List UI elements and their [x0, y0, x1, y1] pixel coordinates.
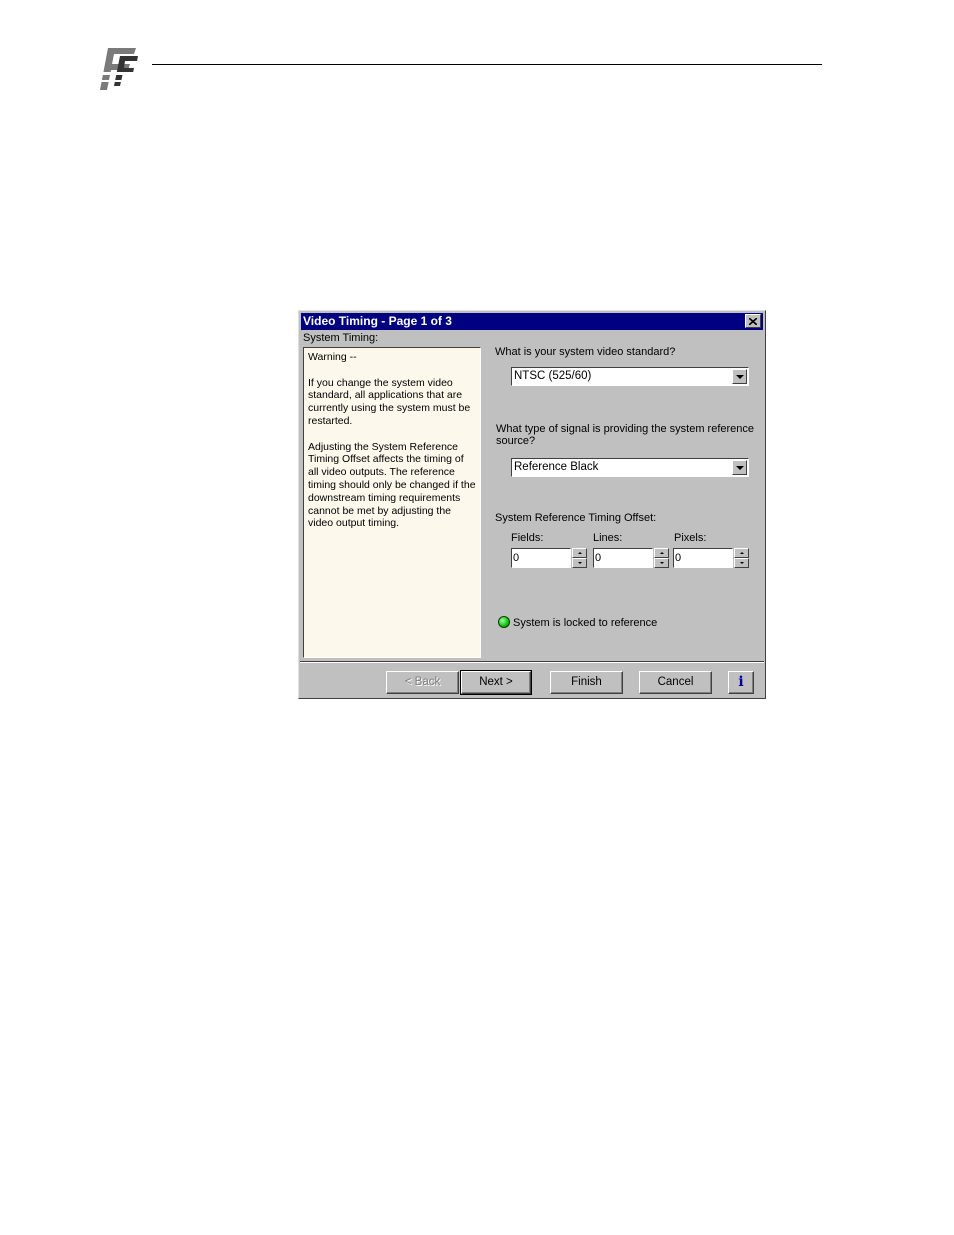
chevron-down-icon	[735, 465, 744, 470]
warning-heading: Warning --	[308, 351, 357, 363]
header-rule	[152, 64, 822, 65]
video-standard-value: NTSC (525/60)	[514, 370, 592, 382]
lines-up-button[interactable]	[654, 548, 669, 558]
button-separator	[300, 661, 764, 663]
lines-stepper[interactable]	[654, 548, 669, 568]
arrow-down-icon	[739, 562, 744, 564]
pixels-up-button[interactable]	[734, 548, 749, 558]
dialog-title: Video Timing - Page 1 of 3	[303, 314, 452, 328]
next-button[interactable]: Next >	[460, 670, 532, 695]
fields-down-button[interactable]	[572, 558, 587, 568]
pixels-down-button[interactable]	[734, 558, 749, 568]
close-icon	[749, 317, 757, 325]
fields-input[interactable]: 0	[511, 548, 571, 568]
arrow-up-icon	[577, 552, 582, 554]
arrow-down-icon	[577, 562, 582, 564]
reference-label-line1: What type of signal is providing the sys…	[496, 423, 755, 435]
back-button[interactable]: < Back	[386, 671, 459, 694]
company-logo	[96, 42, 140, 94]
section-label: System Timing:	[303, 332, 379, 344]
video-timing-dialog: Video Timing - Page 1 of 3 System Timing…	[298, 310, 766, 699]
video-standard-label: What is your system video standard?	[495, 346, 676, 358]
close-button[interactable]	[745, 314, 761, 328]
timing-offset-label: System Reference Timing Offset:	[495, 512, 657, 524]
reference-source-select[interactable]: Reference Black	[511, 458, 749, 477]
reference-label-line2: source?	[496, 435, 536, 447]
video-standard-dropdown-button[interactable]	[732, 369, 747, 384]
fields-stepper[interactable]	[572, 548, 587, 568]
arrow-down-icon	[659, 562, 664, 564]
pixels-stepper[interactable]	[734, 548, 749, 568]
fields-label: Fields:	[511, 532, 544, 544]
video-standard-select[interactable]: NTSC (525/60)	[511, 367, 749, 386]
lock-status-led-icon	[498, 616, 510, 628]
warning-text-2: Adjusting the System Reference Timing Of…	[308, 440, 476, 530]
lock-status-text: System is locked to reference	[513, 617, 658, 629]
dialog-titlebar[interactable]: Video Timing - Page 1 of 3	[301, 313, 763, 330]
pixels-input[interactable]: 0	[673, 548, 733, 568]
lines-label: Lines:	[593, 532, 623, 544]
fields-up-button[interactable]	[572, 548, 587, 558]
cancel-button[interactable]: Cancel	[639, 671, 712, 694]
warning-panel: Warning -- If you change the system vide…	[303, 347, 481, 658]
warning-text-1: If you change the system video standard,…	[308, 376, 471, 427]
reference-source-value: Reference Black	[514, 461, 599, 473]
info-button[interactable]: i	[728, 671, 754, 694]
arrow-up-icon	[739, 552, 744, 554]
arrow-up-icon	[659, 552, 664, 554]
lines-input[interactable]: 0	[593, 548, 653, 568]
reference-source-dropdown-button[interactable]	[732, 460, 747, 475]
finish-button[interactable]: Finish	[550, 671, 623, 694]
pixels-label: Pixels:	[674, 532, 707, 544]
chevron-down-icon	[735, 374, 744, 379]
lines-down-button[interactable]	[654, 558, 669, 568]
